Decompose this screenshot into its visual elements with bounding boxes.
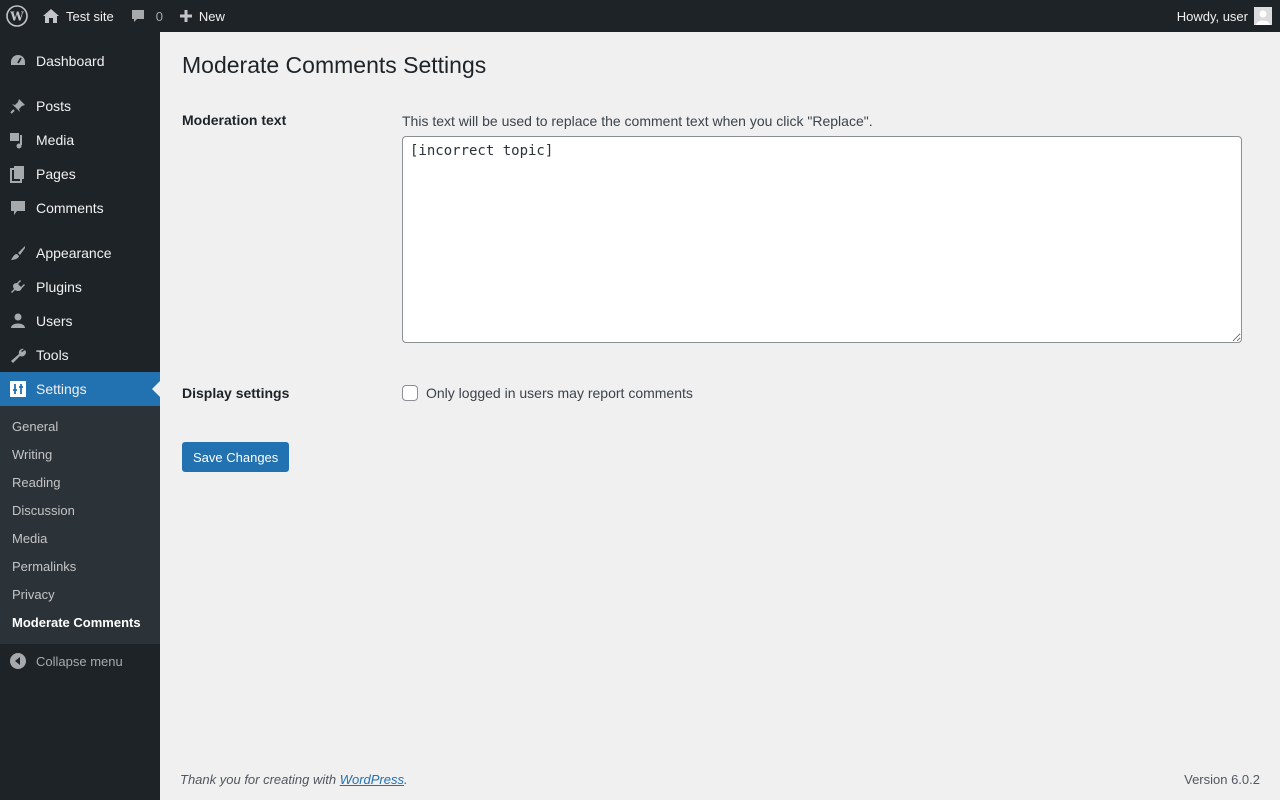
plus-icon: [179, 9, 193, 23]
new-label: New: [198, 8, 225, 24]
admin-menu: Dashboard Posts Media Pages Comments App…: [0, 32, 160, 800]
menu-label: Settings: [36, 381, 87, 397]
moderation-description: This text will be used to replace the co…: [402, 113, 873, 129]
menu-item-tools[interactable]: Tools: [0, 338, 160, 372]
footer-thanks: Thank you for creating with WordPress.: [180, 772, 408, 787]
main-content: Moderate Comments Settings Moderation te…: [160, 32, 1280, 800]
submenu-item-media[interactable]: Media: [12, 531, 47, 546]
settings-icon: [0, 380, 36, 398]
menu-label: Appearance: [36, 245, 112, 261]
menu-item-dashboard[interactable]: Dashboard: [0, 44, 160, 78]
admin-bar: W Test site 0 New Howdy, user: [0, 0, 1280, 32]
user-icon: [0, 312, 36, 330]
display-settings-label: Display settings: [182, 385, 290, 401]
media-icon: [0, 131, 36, 149]
home-icon: [42, 7, 60, 25]
comments-link[interactable]: 0: [122, 0, 171, 32]
dashboard-icon: [0, 52, 36, 70]
menu-label: Users: [36, 313, 73, 329]
menu-label: Media: [36, 132, 75, 148]
menu-label: Dashboard: [36, 53, 105, 69]
svg-text:W: W: [9, 10, 24, 24]
menu-item-media[interactable]: Media: [0, 123, 160, 157]
menu-item-pages[interactable]: Pages: [0, 157, 160, 191]
comments-count: 0: [155, 8, 163, 24]
pages-icon: [0, 165, 36, 183]
brush-icon: [0, 244, 36, 262]
collapse-menu-button[interactable]: Collapse menu: [0, 646, 160, 676]
comment-bubble-icon: [130, 8, 146, 24]
page-title: Moderate Comments Settings: [182, 52, 487, 78]
moderation-text-textarea[interactable]: [incorrect topic]: [402, 136, 1242, 343]
comment-icon: [0, 199, 36, 217]
menu-item-users[interactable]: Users: [0, 304, 160, 338]
wordpress-link[interactable]: WordPress: [340, 772, 404, 787]
submenu-item-permalinks[interactable]: Permalinks: [12, 559, 76, 574]
avatar: [1254, 7, 1272, 25]
collapse-label: Collapse menu: [36, 653, 123, 669]
footer-thanks-suffix: .: [404, 772, 408, 787]
howdy-label: Howdy, user: [1176, 8, 1248, 24]
wrench-icon: [0, 346, 36, 364]
menu-item-posts[interactable]: Posts: [0, 89, 160, 123]
logged-in-only-checkbox[interactable]: [402, 385, 418, 401]
menu-label: Pages: [36, 166, 76, 182]
moderation-text-label: Moderation text: [182, 112, 287, 128]
settings-submenu: General Writing Reading Discussion Media…: [0, 406, 160, 644]
menu-label: Tools: [36, 347, 69, 363]
submenu-item-writing[interactable]: Writing: [12, 447, 52, 462]
menu-label: Posts: [36, 98, 72, 114]
my-account-link[interactable]: Howdy, user: [1169, 0, 1280, 32]
pin-icon: [0, 97, 36, 115]
menu-item-settings[interactable]: Settings: [0, 372, 160, 406]
save-changes-button[interactable]: Save Changes: [182, 442, 290, 472]
logged-in-only-label[interactable]: Only logged in users may report comments: [426, 385, 693, 401]
new-content-link[interactable]: New: [171, 0, 233, 32]
site-name-link[interactable]: Test site: [34, 0, 122, 32]
menu-label: Plugins: [36, 279, 82, 295]
submenu-item-privacy[interactable]: Privacy: [12, 587, 55, 602]
submenu-item-discussion[interactable]: Discussion: [12, 503, 75, 518]
menu-item-plugins[interactable]: Plugins: [0, 270, 160, 304]
submenu-item-reading[interactable]: Reading: [12, 475, 60, 490]
version-label: Version 6.0.2: [1184, 772, 1260, 787]
site-name-label: Test site: [66, 8, 114, 24]
footer-thanks-prefix: Thank you for creating with: [180, 772, 340, 787]
menu-item-comments[interactable]: Comments: [0, 191, 160, 225]
menu-label: Comments: [36, 200, 104, 216]
wordpress-logo-icon[interactable]: W: [0, 0, 34, 32]
menu-item-appearance[interactable]: Appearance: [0, 236, 160, 270]
plugin-icon: [0, 278, 36, 296]
submenu-item-moderate-comments[interactable]: Moderate Comments: [12, 615, 141, 630]
collapse-arrow-icon: [0, 653, 36, 669]
submenu-item-general[interactable]: General: [12, 419, 58, 434]
